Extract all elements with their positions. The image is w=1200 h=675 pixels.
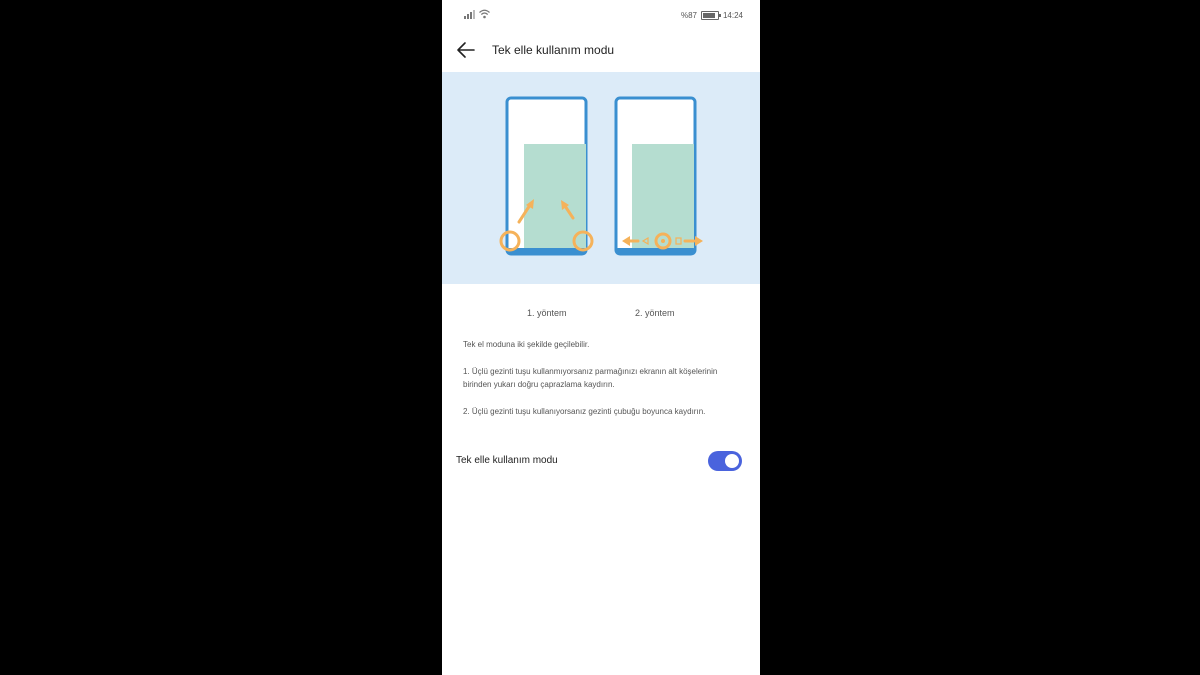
- method-1-label: 1. yöntem: [527, 308, 567, 318]
- app-header: Tek elle kullanım modu: [442, 30, 760, 70]
- phone-method-2-illustration: [614, 96, 703, 256]
- gesture-illustration: [442, 72, 760, 284]
- toggle-knob: [725, 454, 739, 468]
- one-hand-mode-label: Tek elle kullanım modu: [456, 455, 558, 466]
- status-bar: %87 14:24: [442, 0, 760, 30]
- signal-icon: [464, 10, 475, 19]
- method-2-label: 2. yöntem: [635, 308, 675, 318]
- description-step-1: 1. Üçlü gezinti tuşu kullanmıyorsanız pa…: [463, 367, 718, 389]
- description-step-2: 2. Üçlü gezinti tuşu kullanıyorsanız gez…: [463, 407, 706, 416]
- back-button[interactable]: [454, 38, 478, 62]
- one-hand-mode-toggle[interactable]: [708, 451, 742, 471]
- clock: 14:24: [722, 10, 743, 20]
- one-hand-mode-setting-row[interactable]: Tek elle kullanım modu: [442, 446, 760, 478]
- arrow-left-icon: [457, 42, 475, 58]
- illustration-svg: [499, 96, 703, 256]
- battery-indicator: %87 14:24: [681, 10, 743, 20]
- phone-method-1-illustration: [499, 96, 594, 256]
- method-labels: 1. yöntem 2. yöntem: [442, 308, 760, 322]
- battery-percent: %87: [680, 10, 697, 20]
- phone-screen: %87 14:24 Tek elle kullanım modu 1. yönt…: [442, 0, 760, 675]
- wifi-icon: [479, 9, 490, 19]
- battery-fill: [702, 12, 716, 18]
- battery-icon: [700, 10, 721, 20]
- page-title: Tek elle kullanım modu: [492, 43, 615, 57]
- description-intro: Tek el moduna iki şekilde geçilebilir.: [463, 340, 590, 349]
